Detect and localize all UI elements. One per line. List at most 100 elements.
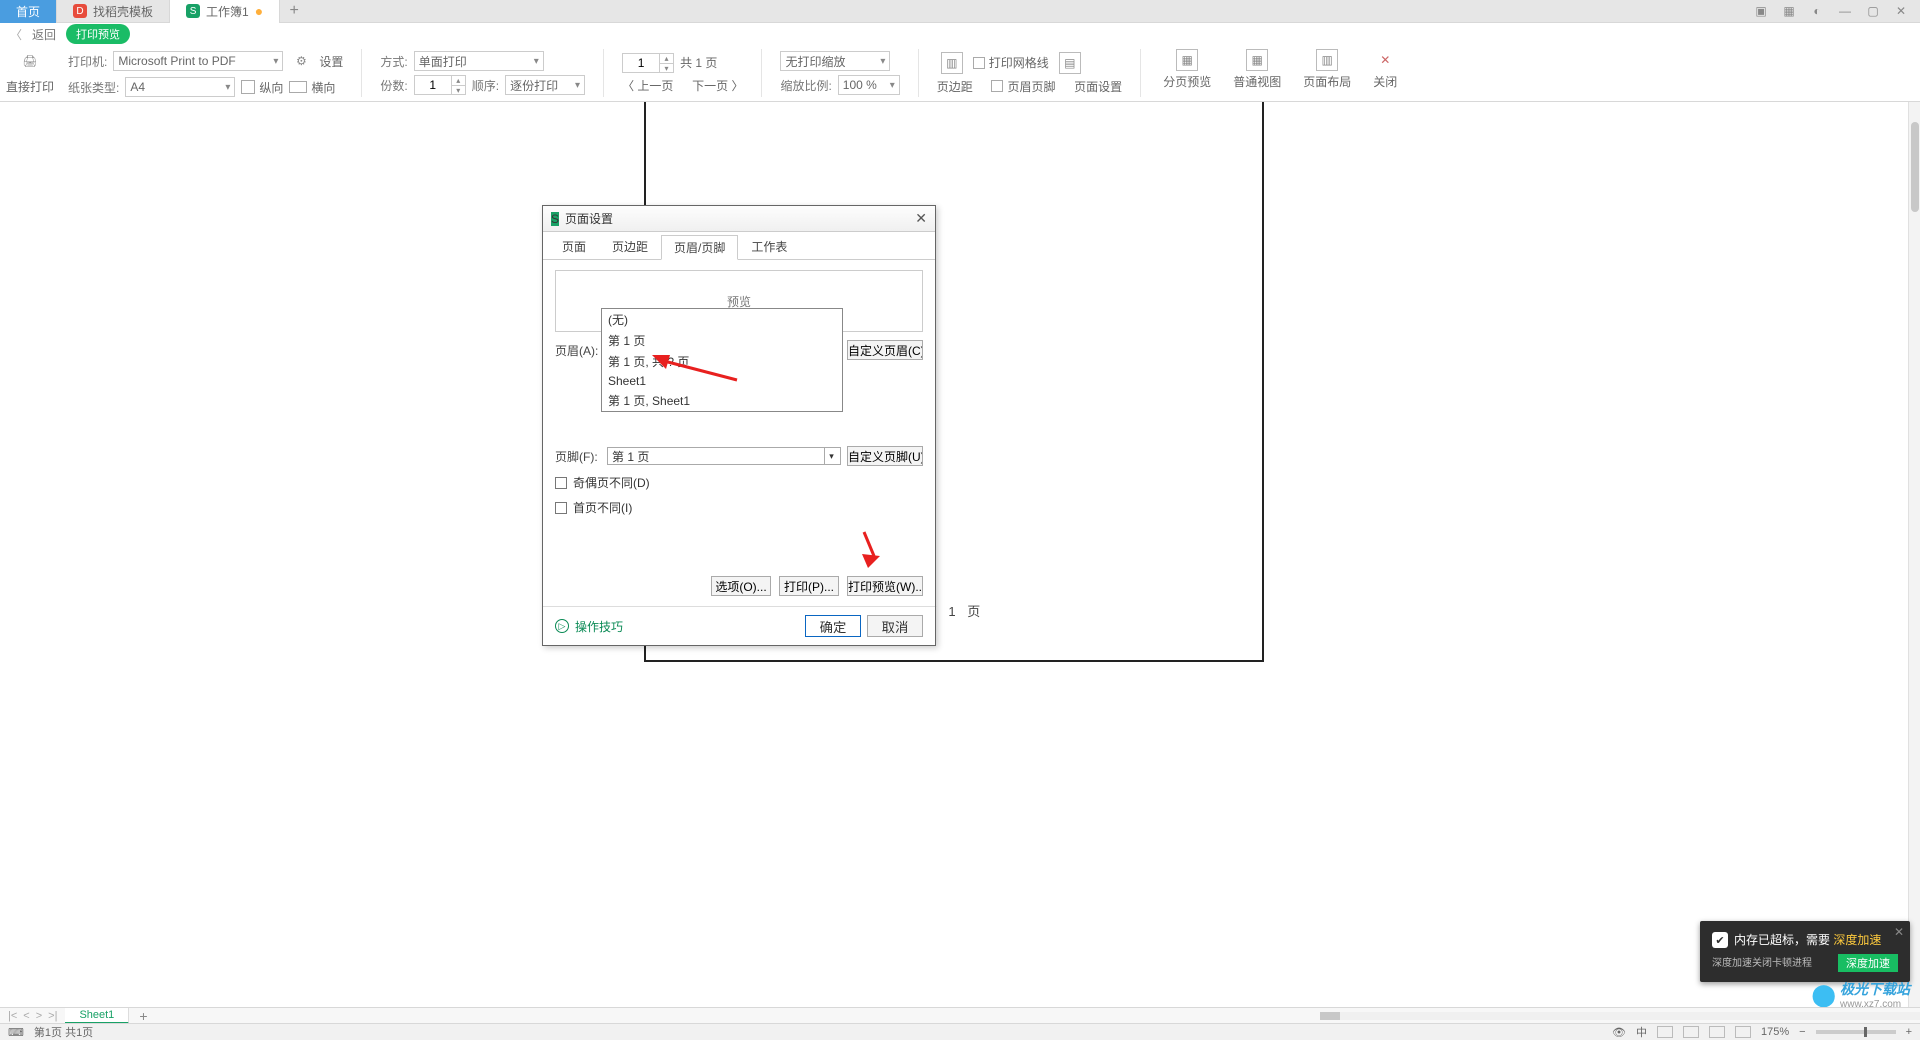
app-tabbar: 首页 D找稻壳模板 S工作簿1● + ▣ ▦ ◐ — ▢ ✕ — [0, 0, 1920, 23]
landscape-toggle[interactable]: 横向 — [289, 79, 335, 96]
portrait-toggle[interactable]: 纵向 — [241, 79, 283, 96]
close-button[interactable]: ✕ — [1890, 1, 1912, 21]
close-preview-button[interactable]: ✕关闭 — [1369, 49, 1401, 97]
paper-value: A4 — [130, 80, 145, 94]
sheet-first-button[interactable]: |< — [8, 1010, 17, 1022]
ok-button[interactable]: 确定 — [805, 615, 861, 637]
zoom-slider[interactable] — [1816, 1030, 1896, 1034]
odd-even-checkbox[interactable]: 奇偶页不同(D) — [555, 474, 923, 491]
header-option[interactable]: 第 1 页, 共 ? 页 — [602, 351, 842, 372]
apps-icon[interactable]: ▦ — [1778, 1, 1800, 21]
prev-page-button[interactable]: 〈 上一页 — [622, 77, 673, 94]
copies-input[interactable] — [415, 76, 451, 94]
pagesetup-label[interactable]: 页面设置 — [1074, 78, 1122, 95]
page-input[interactable] — [623, 54, 659, 72]
logo-name: 极光下载站 — [1840, 979, 1910, 999]
accelerate-button[interactable]: 深度加速 — [1838, 954, 1898, 972]
printer-settings[interactable]: 设置 — [319, 53, 343, 70]
back-button[interactable]: 返回 — [32, 26, 56, 43]
status-zoom[interactable]: 175% — [1761, 1026, 1789, 1038]
chevron-down-icon: ▾ — [575, 80, 580, 91]
gear-icon[interactable]: ⚙ — [289, 49, 313, 73]
header-option[interactable]: 第 1 页 — [602, 330, 842, 351]
footer-select[interactable]: 第 1 页▾ — [607, 447, 841, 465]
tab-margins[interactable]: 页边距 — [599, 234, 661, 259]
gridline-toggle[interactable]: 打印网格线 — [973, 54, 1049, 71]
gridline-label: 打印网格线 — [989, 54, 1049, 71]
tab-page[interactable]: 页面 — [549, 234, 599, 259]
workbook-icon: S — [186, 4, 200, 18]
tab-home[interactable]: 首页 — [0, 0, 57, 23]
view-icon-4[interactable] — [1735, 1026, 1751, 1038]
header-option[interactable]: Sheet1 — [602, 372, 842, 390]
custom-header-button[interactable]: 自定义页眉(C)... — [847, 340, 923, 360]
cancel-button[interactable]: 取消 — [867, 615, 923, 637]
zoom-value-select[interactable]: 100 %▾ — [838, 75, 900, 95]
status-bar: ⌨ 第1页 共1页 👁 中 175% − + — [0, 1023, 1920, 1040]
view-icon-2[interactable] — [1683, 1026, 1699, 1038]
checkbox-icon — [973, 57, 985, 69]
horizontal-scrollbar[interactable] — [1320, 1012, 1920, 1020]
sheet-next-button[interactable]: > — [36, 1010, 42, 1022]
page-spinner[interactable]: ▴▾ — [622, 53, 674, 73]
header-dropdown-list[interactable]: (无) 第 1 页 第 1 页, 共 ? 页 Sheet1 第 1 页, She… — [601, 308, 843, 412]
margin-icon: ▥ — [941, 52, 963, 74]
new-tab-button[interactable]: + — [280, 2, 308, 20]
sheet-prev-button[interactable]: < — [23, 1010, 29, 1022]
dialog-titlebar[interactable]: S 页面设置 ✕ — [543, 206, 935, 232]
zoom-mode-select[interactable]: 无打印缩放▾ — [780, 51, 890, 71]
status-lang[interactable]: 中 — [1636, 1024, 1647, 1040]
zoom-out-button[interactable]: − — [1799, 1026, 1805, 1038]
scrollbar-thumb[interactable] — [1320, 1012, 1340, 1020]
page-layout-button[interactable]: ▥页面布局 — [1299, 49, 1355, 97]
toast-close-button[interactable]: ✕ — [1894, 925, 1904, 939]
header-option[interactable]: (无) — [602, 309, 842, 330]
tab-worksheet[interactable]: 工作表 — [738, 234, 800, 259]
headerfooter-toggle[interactable]: 页眉页脚 — [991, 78, 1055, 95]
user-avatar-icon[interactable]: ◐ — [1806, 1, 1828, 21]
dialog-tabs: 页面 页边距 页眉/页脚 工作表 — [543, 232, 935, 260]
add-sheet-button[interactable]: + — [129, 1008, 157, 1024]
mode-select[interactable]: 单面打印▾ — [414, 51, 544, 71]
first-diff-checkbox[interactable]: 首页不同(I) — [555, 499, 923, 516]
printer-select[interactable]: Microsoft Print to PDF▾ — [113, 51, 283, 71]
dialog-close-button[interactable]: ✕ — [915, 210, 927, 227]
window-controls: ▣ ▦ ◐ — ▢ ✕ — [1750, 1, 1920, 21]
maximize-button[interactable]: ▢ — [1862, 1, 1884, 21]
panel-icon[interactable]: ▣ — [1750, 1, 1772, 21]
sheet-last-button[interactable]: >| — [48, 1010, 57, 1022]
tab-workbook-label: 工作簿1 — [206, 3, 249, 20]
break-preview-button[interactable]: ▦分页预览 — [1159, 49, 1215, 97]
order-select[interactable]: 逐份打印▾ — [505, 75, 585, 95]
scrollbar-thumb[interactable] — [1911, 122, 1919, 212]
header-option[interactable]: 第 1 页, Sheet1 — [602, 390, 842, 411]
direct-print-button[interactable]: 🖨 直接打印 — [6, 49, 54, 97]
options-button[interactable]: 选项(O)... — [711, 576, 771, 596]
next-page-button[interactable]: 下一页 〉 — [692, 77, 743, 94]
printer-icon: 🖨 — [18, 49, 42, 73]
view-icon-3[interactable] — [1709, 1026, 1725, 1038]
zoom-in-button[interactable]: + — [1906, 1026, 1912, 1038]
landscape-icon — [289, 81, 307, 93]
status-eye-icon[interactable]: 👁 — [1612, 1026, 1626, 1039]
copies-spinner[interactable]: ▴▾ — [414, 75, 466, 95]
page-setup-shortcut[interactable]: ▤ — [1055, 52, 1085, 74]
break-preview-icon: ▦ — [1176, 49, 1198, 71]
view-icon-1[interactable] — [1657, 1026, 1673, 1038]
paper-select[interactable]: A4▾ — [125, 77, 235, 97]
tab-workbook[interactable]: S工作簿1● — [170, 0, 280, 23]
custom-footer-button[interactable]: 自定义页脚(U)... — [847, 446, 923, 466]
normal-view-button[interactable]: ▦普通视图 — [1229, 49, 1285, 97]
vertical-scrollbar[interactable] — [1908, 102, 1920, 1007]
minimize-button[interactable]: — — [1834, 1, 1856, 21]
print-preview-button[interactable]: 打印预览(W)... — [847, 576, 923, 596]
tab-template[interactable]: D找稻壳模板 — [57, 0, 170, 23]
logo-icon: ⬤ — [1811, 982, 1836, 1008]
dialog-hint[interactable]: ▷操作技巧 确定 取消 — [543, 606, 935, 645]
tab-headerfooter[interactable]: 页眉/页脚 — [661, 235, 738, 260]
chevron-down-icon: ▾ — [880, 56, 885, 67]
margin-button[interactable]: ▥ — [937, 52, 967, 74]
status-reader-icon[interactable]: ⌨ — [8, 1026, 24, 1039]
print-button[interactable]: 打印(P)... — [779, 576, 839, 596]
sheet-tab[interactable]: Sheet1 — [65, 1008, 129, 1024]
